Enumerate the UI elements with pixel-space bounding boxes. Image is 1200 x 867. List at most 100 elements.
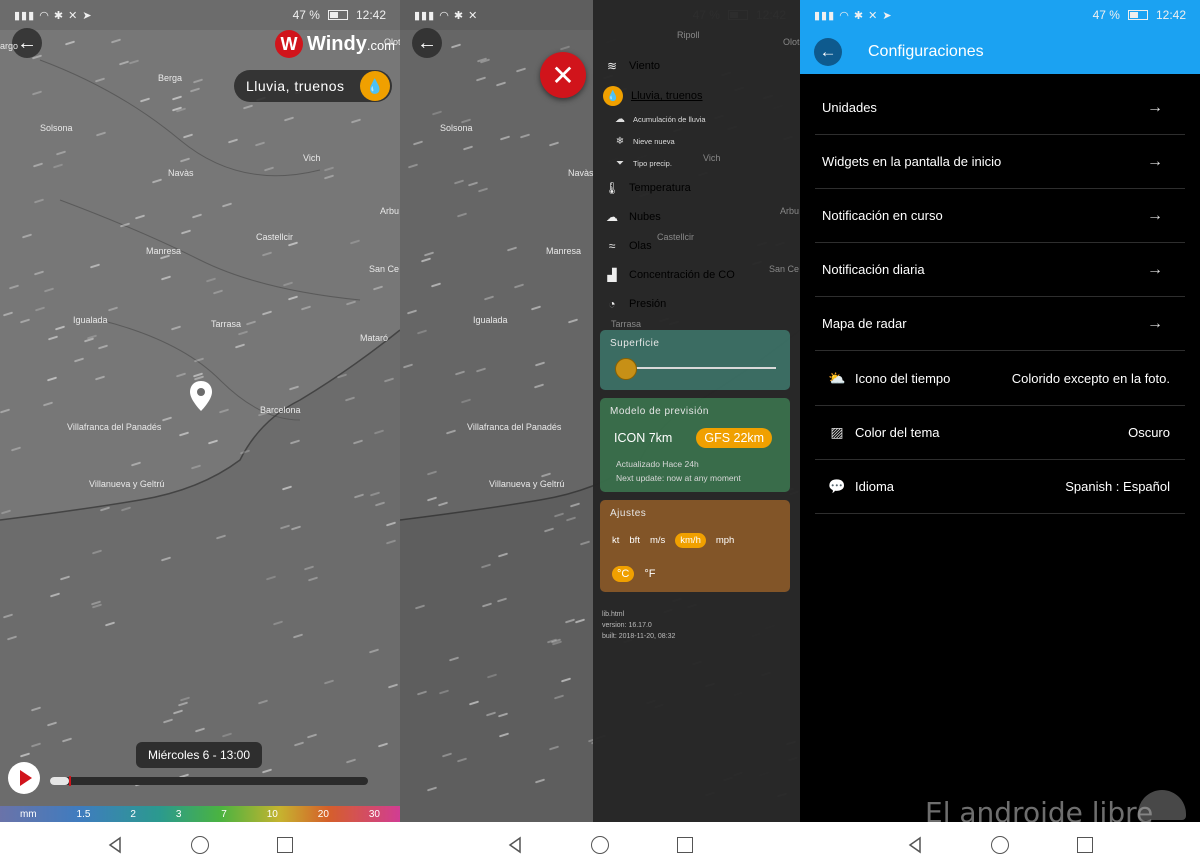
temp-unit-selected[interactable]: °C xyxy=(612,566,635,582)
settings-row-notificacion-diaria[interactable]: Notificación diaria → xyxy=(815,243,1185,297)
wind-streak xyxy=(110,38,121,44)
nav-back-icon[interactable] xyxy=(905,835,925,855)
wind-streak xyxy=(426,470,437,476)
layer-selector-button[interactable]: Lluvia, truenos 💧 xyxy=(234,70,392,102)
city-label: Villanueva y Geltrú xyxy=(89,479,165,489)
wind-streak xyxy=(346,300,357,306)
submenu-item-acumulacion[interactable]: ☁ Acumulación de lluvia xyxy=(613,114,706,125)
wind-streak xyxy=(20,318,31,324)
nav-back-icon[interactable] xyxy=(105,835,125,855)
wind-streak xyxy=(181,229,192,235)
play-button[interactable] xyxy=(8,762,40,794)
nav-home-icon[interactable] xyxy=(190,835,210,855)
submenu-item-tipo[interactable]: ⏷ Tipo precip. xyxy=(613,158,672,169)
wind-streak xyxy=(345,758,356,764)
back-button[interactable]: ← xyxy=(412,28,442,58)
settings-row-mapa-radar[interactable]: Mapa de radar → xyxy=(815,297,1185,351)
settings-row-label: Unidades xyxy=(822,100,877,115)
nav-back-icon[interactable] xyxy=(505,835,525,855)
altitude-slider-track[interactable] xyxy=(626,367,776,369)
model-gfs-button[interactable]: GFS 22km xyxy=(696,428,773,448)
unit-option[interactable]: bft xyxy=(629,535,640,546)
settings-row-unidades[interactable]: Unidades → xyxy=(815,81,1185,135)
windy-mark-icon: W xyxy=(275,30,303,58)
menu-item-label: Presión xyxy=(629,298,667,310)
unit-option[interactable]: kt xyxy=(612,535,619,546)
wind-streak xyxy=(485,711,496,717)
menu-item-olas[interactable]: ≈ Olas xyxy=(603,239,652,253)
surface-card: Superficie xyxy=(600,330,790,390)
nav-recent-icon[interactable] xyxy=(1075,835,1095,855)
wind-streak xyxy=(484,295,495,300)
model-icon-button[interactable]: ICON 7km xyxy=(614,431,672,445)
wind-streak xyxy=(30,706,41,712)
wind-streak xyxy=(377,742,388,748)
status-bar: ▮▮▮ ◠ ✱ ✕ ➤ 47 % 12:42 xyxy=(0,0,400,30)
back-button[interactable]: ← xyxy=(814,38,842,66)
nav-recent-icon[interactable] xyxy=(275,835,295,855)
model-updated: Actualizado Hace 24h xyxy=(616,459,699,469)
layer-label: Lluvia, truenos xyxy=(246,78,345,94)
nav-home-icon[interactable] xyxy=(590,835,610,855)
scale-label: 2 xyxy=(130,808,136,820)
wind-streak xyxy=(243,104,254,110)
location-pin-icon[interactable] xyxy=(190,381,212,411)
wind-units: kt bft m/s km/h mph xyxy=(612,533,734,548)
nav-home-icon[interactable] xyxy=(990,835,1010,855)
timeline-slider[interactable] xyxy=(50,776,368,786)
wind-streak xyxy=(462,145,473,151)
city-label: Barcelona xyxy=(260,405,301,415)
unit-option[interactable]: m/s xyxy=(650,535,665,546)
wind-streak xyxy=(566,516,577,522)
wind-streak xyxy=(498,552,509,558)
wind-streak xyxy=(282,485,293,491)
settings-row-widgets[interactable]: Widgets en la pantalla de inicio → xyxy=(815,135,1185,189)
menu-item-nubes[interactable]: ☁ Nubes xyxy=(603,210,661,224)
unit-option[interactable]: mph xyxy=(716,535,734,546)
close-menu-button[interactable]: ✕ xyxy=(540,52,586,98)
settings-row-icono-tiempo[interactable]: ⛅ Icono del tiempo Colorido excepto en l… xyxy=(815,352,1185,406)
signal-icons: ▮▮▮ ◠ ✱ ✕ xyxy=(414,9,479,22)
temp-unit-option[interactable]: °F xyxy=(644,568,655,580)
settings-row-idioma[interactable]: 💬 Idioma Spanish : Español xyxy=(815,460,1185,514)
wind-streak xyxy=(22,233,33,239)
menu-item-temperatura[interactable]: 🌡 Temperatura xyxy=(603,181,690,195)
menu-item-co[interactable]: ▟ Concentración de CO xyxy=(603,268,734,282)
nav-recent-icon[interactable] xyxy=(675,835,695,855)
timeline-cursor[interactable] xyxy=(69,776,72,786)
city-label: Igualada xyxy=(473,315,508,325)
wind-streak xyxy=(134,214,145,220)
settings-row-color-tema[interactable]: ▨ Color del tema Oscuro xyxy=(815,406,1185,460)
wind-streak xyxy=(497,712,508,718)
city-label: Tarrasa xyxy=(611,319,642,329)
altitude-slider-knob[interactable] xyxy=(615,358,637,380)
menu-item-presion[interactable]: ◔ Presión xyxy=(603,297,666,311)
wind-streak xyxy=(273,620,284,626)
city-label: Igualada xyxy=(73,315,108,325)
scale-label: 10 xyxy=(266,808,278,820)
city-label: Villafranca del Panadés xyxy=(467,422,562,432)
city-label: Solsona xyxy=(440,123,473,133)
wind-streak xyxy=(53,163,64,169)
wind-streak xyxy=(213,289,224,295)
wind-streak xyxy=(120,506,131,512)
meta-lib: lib.html xyxy=(602,611,625,618)
wind-streak xyxy=(454,370,466,376)
settings-row-label: Idioma xyxy=(855,479,895,494)
wind-streak xyxy=(105,621,116,627)
wind-streak xyxy=(336,373,347,379)
menu-item-viento[interactable]: ≋ Viento xyxy=(603,59,660,73)
submenu-item-nieve[interactable]: ❄ Nieve nueva xyxy=(613,136,675,147)
menu-item-lluvia[interactable]: 💧 Lluvia, truenos xyxy=(603,86,703,106)
unit-option-selected[interactable]: km/h xyxy=(675,533,706,548)
wind-streak xyxy=(421,257,432,263)
wind-streak xyxy=(439,689,450,695)
wind-streak xyxy=(531,305,542,311)
wind-streak xyxy=(292,633,303,639)
wind-streak xyxy=(560,677,571,683)
settings-row-value: Colorido excepto en la foto. xyxy=(1011,371,1170,386)
wind-streak xyxy=(353,493,365,499)
settings-row-notificacion-curso[interactable]: Notificación en curso → xyxy=(815,189,1185,243)
clock: 12:42 xyxy=(355,8,386,22)
wind-streak xyxy=(374,501,386,507)
